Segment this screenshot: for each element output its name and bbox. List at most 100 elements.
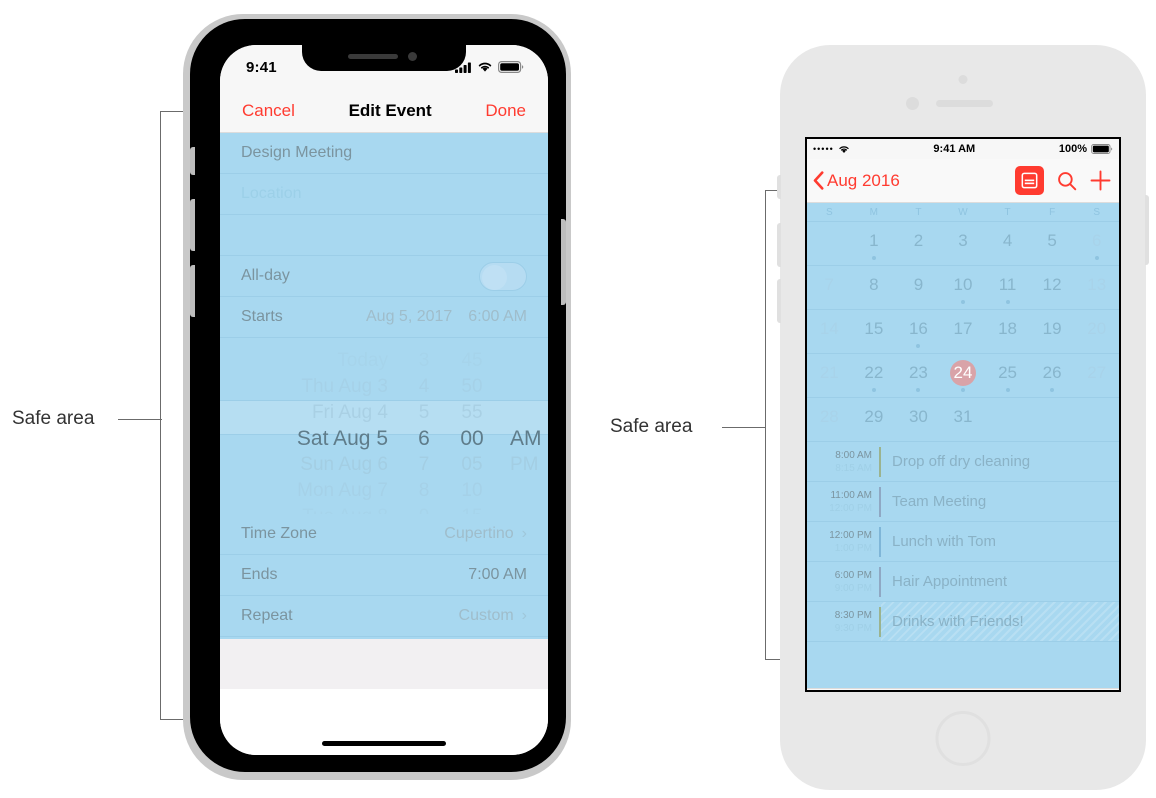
calendar-day-cell[interactable]: 18 (985, 310, 1030, 353)
calendar-day-cell[interactable]: 24 (941, 354, 986, 397)
calendar-day-cell[interactable]: 10 (941, 266, 986, 309)
list-view-icon[interactable] (1015, 166, 1044, 195)
picker-row[interactable]: Sun Aug 6 7 05 PM (220, 452, 548, 478)
event-start-time: 11:00 AM (830, 489, 872, 501)
calendar-day-cell[interactable]: 2 (896, 222, 941, 265)
battery-icon (498, 61, 524, 73)
day-number: 2 (913, 230, 924, 250)
event-row[interactable]: 6:00 PM 9:00 PM Hair Appointment (807, 562, 1119, 602)
volume-down-button[interactable] (190, 265, 195, 317)
calendar-day-cell[interactable]: 30 (896, 398, 941, 441)
datetime-picker[interactable]: Today 3 45 Thu Aug 3 4 50 Fri Aug 4 5 55 Sat Aug … (220, 338, 548, 514)
event-dot-icon (960, 299, 965, 304)
day-number: 31 (953, 406, 973, 426)
volume-down-button[interactable] (777, 279, 781, 323)
detail-row[interactable]: Time Zone Cupertino › (220, 514, 548, 555)
day-number: 15 (864, 318, 884, 338)
detail-label: Time Zone (241, 525, 317, 542)
weekday-header-row: SMTWTFS (807, 203, 1119, 222)
event-dot-icon (871, 387, 876, 392)
event-row[interactable]: 8:00 AM 8:15 AM Drop off dry cleaning (807, 442, 1119, 482)
picker-row[interactable]: Tue Aug 8915 (220, 504, 548, 514)
calendar-day-cell[interactable]: 3 (941, 222, 986, 265)
calendar-day-cell[interactable]: 14 (807, 310, 852, 353)
starts-row[interactable]: Starts Aug 5, 2017 6:00 AM (220, 297, 548, 338)
home-indicator[interactable] (322, 741, 446, 746)
calendar-day-cell[interactable]: 20 (1074, 310, 1119, 353)
done-button[interactable]: Done (485, 101, 526, 121)
day-number: 1 (869, 230, 879, 250)
picker-row[interactable]: Sat Aug 5 6 00 AM (220, 426, 548, 452)
event-title-field[interactable]: Design Meeting (220, 133, 548, 174)
silent-switch[interactable] (190, 147, 195, 175)
calendar-day-cell (1030, 398, 1075, 441)
weekday-label: F (1049, 206, 1056, 218)
volume-up-button[interactable] (777, 223, 781, 267)
all-day-toggle[interactable] (479, 261, 527, 291)
home-button[interactable] (935, 711, 991, 766)
calendar-day-cell[interactable]: 13 (1074, 266, 1119, 309)
calendar-day-cell[interactable]: 25 (985, 354, 1030, 397)
calendar-day-cell[interactable]: 27 (1074, 354, 1119, 397)
picker-row[interactable]: Mon Aug 7 8 10 (220, 478, 548, 504)
power-button[interactable] (1145, 195, 1149, 265)
volume-up-button[interactable] (190, 199, 195, 251)
weekday-label: T (1004, 206, 1011, 218)
calendar-day-cell[interactable]: 23 (896, 354, 941, 397)
day-number: 3 (958, 230, 968, 250)
calendar-day-cell[interactable]: 11 (985, 266, 1030, 309)
event-row[interactable]: 8:30 PM 9:30 PM Drinks with Friends! (807, 602, 1119, 642)
safe-area-content: Design Meeting Location All-day Starts A… (220, 133, 548, 719)
event-dot-icon (1050, 387, 1055, 392)
calendar-day-cell[interactable]: 7 (807, 266, 852, 309)
event-row[interactable]: 11:00 AM 12:00 PM Team Meeting (807, 482, 1119, 522)
calendar-day-cell[interactable]: 8 (852, 266, 897, 309)
cancel-button[interactable]: Cancel (242, 101, 295, 121)
silent-switch[interactable] (777, 175, 781, 199)
day-number (995, 404, 1021, 430)
all-day-row[interactable]: All-day (220, 256, 548, 297)
calendar-day-cell[interactable]: 29 (852, 398, 897, 441)
plus-icon[interactable] (1090, 170, 1111, 191)
calendar-day-cell[interactable]: 22 (852, 354, 897, 397)
detail-row[interactable]: Ends 7:00 AM (220, 555, 548, 596)
calendar-day-cell[interactable]: 15 (852, 310, 897, 353)
picker-date: Mon Aug 7 (297, 480, 388, 501)
back-button[interactable]: Aug 2016 (813, 171, 900, 191)
event-row[interactable]: 12:00 PM 1:00 PM Lunch with Tom (807, 522, 1119, 562)
event-location-field[interactable]: Location (220, 174, 548, 215)
picker-hour: 4 (418, 376, 430, 397)
battery-icon (1091, 144, 1113, 154)
tab-bar: Today Calendars Inbox (807, 688, 1119, 690)
calendar-day-cell[interactable]: 19 (1030, 310, 1075, 353)
picker-minute: 50 (461, 376, 483, 397)
weekday-label: T (915, 206, 922, 218)
weekday-label: W (958, 206, 968, 218)
calendar-day-cell[interactable]: 26 (1030, 354, 1075, 397)
picker-row[interactable]: Today 3 45 (220, 348, 548, 374)
power-button[interactable] (561, 219, 566, 305)
calendar-day-cell[interactable]: 28 (807, 398, 852, 441)
picker-row[interactable]: Thu Aug 3 4 50 (220, 374, 548, 400)
picker-ampm: PM (510, 454, 539, 475)
wifi-icon (478, 62, 492, 72)
picker-date: Sat Aug 5 (296, 427, 388, 450)
picker-row[interactable]: Fri Aug 4 5 55 (220, 400, 548, 426)
detail-value-group: Cupertino › (444, 525, 527, 543)
calendar-day-cell[interactable]: 17 (941, 310, 986, 353)
calendar-day-cell[interactable]: 12 (1030, 266, 1075, 309)
calendar-day-cell[interactable]: 4 (985, 222, 1030, 265)
event-dot-icon (960, 387, 965, 392)
calendar-day-cell[interactable]: 5 (1030, 222, 1075, 265)
calendar-day-cell[interactable]: 21 (807, 354, 852, 397)
detail-row[interactable]: Repeat Custom › (220, 596, 548, 637)
calendar-day-cell[interactable]: 9 (896, 266, 941, 309)
calendar-day-cell[interactable]: 6 (1074, 222, 1119, 265)
search-icon[interactable] (1057, 171, 1077, 191)
event-title-value: Design Meeting (241, 144, 353, 161)
detail-value: 7:00 AM (468, 566, 527, 583)
calendar-day-cell[interactable]: 1 (852, 222, 897, 265)
calendar-week-row: 7 8 9 10 11 12 13 (807, 266, 1119, 310)
calendar-day-cell[interactable]: 31 (941, 398, 986, 441)
calendar-day-cell[interactable]: 16 (896, 310, 941, 353)
